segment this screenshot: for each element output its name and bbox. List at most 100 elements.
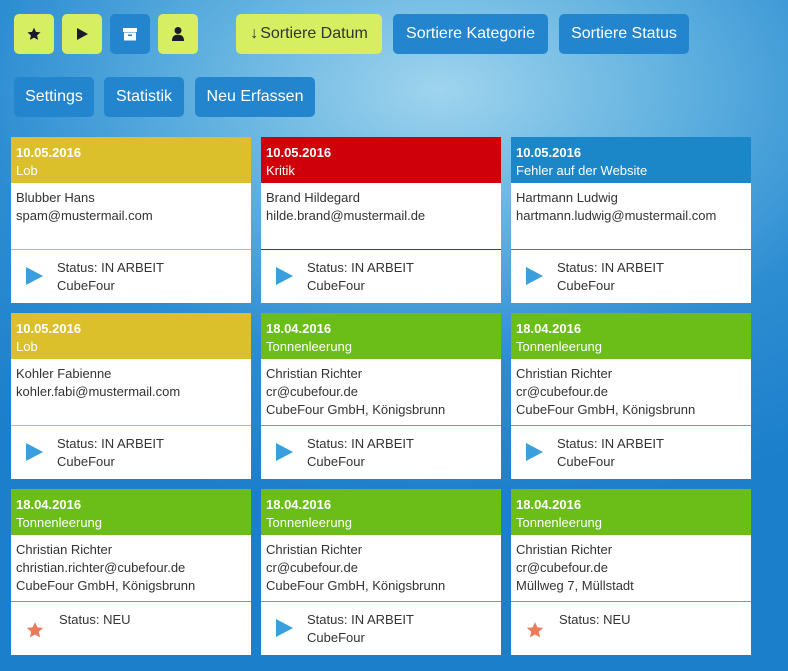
play-icon — [276, 619, 293, 637]
card-category: Tonnenleerung — [516, 515, 603, 530]
status-company: CubeFour — [57, 278, 115, 293]
card-header: 10.05.2016 Fehler auf der Website — [511, 137, 751, 183]
card-date: 10.05.2016 — [516, 145, 582, 160]
card-date: 10.05.2016 — [16, 145, 82, 160]
contact-name: Christian Richter — [516, 542, 613, 557]
status-text: Status: IN ARBEIT — [57, 260, 164, 275]
settings-label: Settings — [25, 88, 83, 105]
settings-button[interactable]: Settings — [14, 77, 94, 117]
star-icon — [526, 622, 544, 638]
card-category: Fehler auf der Website — [516, 163, 648, 178]
statistics-button[interactable]: Statistik — [104, 77, 184, 117]
contact-email: cr@cubefour.de — [266, 560, 358, 575]
card-category: Tonnenleerung — [266, 339, 353, 354]
ticket-card[interactable]: 10.05.2016 Lob Blubber Hans spam@mustermail… — [11, 137, 251, 303]
sort-category-button[interactable]: Sortiere Kategorie — [393, 14, 548, 54]
status-company: CubeFour — [307, 454, 365, 469]
ticket-card[interactable]: 18.04.2016 Tonnenleerung Christian Richter… — [11, 489, 251, 655]
status-block: Status: IN ARBEIT CubeFour — [307, 611, 414, 647]
ticket-card[interactable]: 10.05.2016 Kritik Brand Hildegard hilde.bra… — [261, 137, 501, 303]
ticket-card[interactable]: 18.04.2016 Tonnenleerung Christian Richter… — [261, 313, 501, 479]
card-date: 18.04.2016 — [516, 497, 582, 512]
play-icon — [276, 267, 293, 285]
ticket-card[interactable]: 18.04.2016 Tonnenleerung Christian Richter… — [511, 313, 751, 479]
status-company: CubeFour — [307, 278, 365, 293]
contact-email: kohler.fabi@mustermail.com — [16, 384, 181, 399]
sort-status-button[interactable]: Sortiere Status — [559, 14, 689, 54]
filter-user-button[interactable] — [158, 14, 198, 54]
card-status: Status: NEU — [11, 602, 251, 655]
contact-name: Christian Richter — [266, 542, 363, 557]
star-icon — [26, 622, 44, 638]
play-icon — [526, 443, 543, 461]
status-text: Status: IN ARBEIT — [307, 260, 414, 275]
card-category: Lob — [16, 163, 38, 178]
status-text: Status: NEU — [559, 612, 631, 627]
contact-email: cr@cubefour.de — [516, 560, 608, 575]
card-contact: Blubber Hans spam@mustermail.com — [11, 183, 251, 250]
filter-starred-button[interactable] — [14, 14, 54, 54]
contact-email: cr@cubefour.de — [266, 384, 358, 399]
card-contact: Christian Richter cr@cubefour.de CubeFour … — [261, 359, 501, 426]
new-entry-button[interactable]: Neu Erfassen — [195, 77, 315, 117]
ticket-card[interactable]: 18.04.2016 Tonnenleerung Christian Richter… — [511, 489, 751, 655]
sort-arrow-icon: ↓ — [250, 25, 259, 42]
star-icon — [27, 27, 41, 40]
card-category: Lob — [16, 339, 38, 354]
card-status: Status: IN ARBEIT CubeFour — [261, 250, 501, 303]
card-header: 10.05.2016 Lob — [11, 137, 251, 183]
contact-address: CubeFour GmbH, Königsbrunn — [266, 402, 446, 417]
card-date: 18.04.2016 — [16, 497, 82, 512]
status-text: Status: IN ARBEIT — [57, 436, 164, 451]
contact-email: hartmann.ludwig@mustermail.com — [516, 208, 717, 223]
sort-date-button[interactable]: ↓ Sortiere Datum — [236, 14, 382, 54]
contact-address: Müllweg 7, Müllstadt — [516, 578, 634, 593]
contact-name: Christian Richter — [266, 366, 363, 381]
card-header: 18.04.2016 Tonnenleerung — [261, 313, 501, 359]
play-icon — [26, 267, 43, 285]
play-icon — [526, 267, 543, 285]
contact-address: CubeFour GmbH, Königsbrunn — [16, 578, 196, 593]
card-contact: Kohler Fabienne kohler.fabi@mustermail.co… — [11, 359, 251, 426]
contact-name: Brand Hildegard — [266, 190, 360, 205]
card-category: Tonnenleerung — [266, 515, 353, 530]
card-category: Tonnenleerung — [16, 515, 103, 530]
statistics-label: Statistik — [115, 88, 172, 105]
card-grid: 10.05.2016 Lob Blubber Hans spam@mustermail… — [11, 137, 751, 655]
card-header: 18.04.2016 Tonnenleerung — [261, 489, 501, 535]
status-text: Status: IN ARBEIT — [557, 436, 664, 451]
card-contact: Brand Hildegard hilde.brand@mustermail.de — [261, 183, 501, 250]
sort-status-label: Sortiere Status — [571, 25, 677, 42]
card-category: Tonnenleerung — [516, 339, 603, 354]
status-block: Status: IN ARBEIT CubeFour — [57, 259, 164, 295]
status-text: Status: IN ARBEIT — [307, 436, 414, 451]
contact-name: Hartmann Ludwig — [516, 190, 618, 205]
archive-icon — [123, 28, 137, 41]
new-entry-label: Neu Erfassen — [206, 88, 304, 105]
contact-address: CubeFour GmbH, Königsbrunn — [266, 578, 446, 593]
status-text: Status: IN ARBEIT — [307, 612, 414, 627]
card-header: 10.05.2016 Lob — [11, 313, 251, 359]
card-contact: Christian Richter christian.richter@cubef… — [11, 535, 251, 602]
card-contact: Christian Richter cr@cubefour.de CubeFour … — [261, 535, 501, 602]
card-header: 18.04.2016 Tonnenleerung — [511, 489, 751, 535]
ticket-card[interactable]: 18.04.2016 Tonnenleerung Christian Richter… — [261, 489, 501, 655]
card-status: Status: IN ARBEIT CubeFour — [511, 426, 751, 479]
card-date: 18.04.2016 — [266, 497, 332, 512]
card-date: 18.04.2016 — [266, 321, 332, 336]
status-text: Status: IN ARBEIT — [557, 260, 664, 275]
card-status: Status: IN ARBEIT CubeFour — [11, 426, 251, 479]
filter-archive-button[interactable] — [110, 14, 150, 54]
ticket-card[interactable]: 10.05.2016 Lob Kohler Fabienne kohler.fabi@… — [11, 313, 251, 479]
card-header: 10.05.2016 Kritik — [261, 137, 501, 183]
ticket-card[interactable]: 10.05.2016 Fehler auf der Website Hartmann… — [511, 137, 751, 303]
status-company: CubeFour — [557, 454, 615, 469]
card-date: 10.05.2016 — [16, 321, 82, 336]
contact-address: CubeFour GmbH, Königsbrunn — [516, 402, 696, 417]
play-icon — [276, 443, 293, 461]
contact-name: Kohler Fabienne — [16, 366, 112, 381]
filter-in-progress-button[interactable] — [62, 14, 102, 54]
status-block: Status: IN ARBEIT CubeFour — [307, 435, 414, 471]
card-header: 18.04.2016 Tonnenleerung — [511, 313, 751, 359]
status-block: Status: IN ARBEIT CubeFour — [557, 259, 664, 295]
